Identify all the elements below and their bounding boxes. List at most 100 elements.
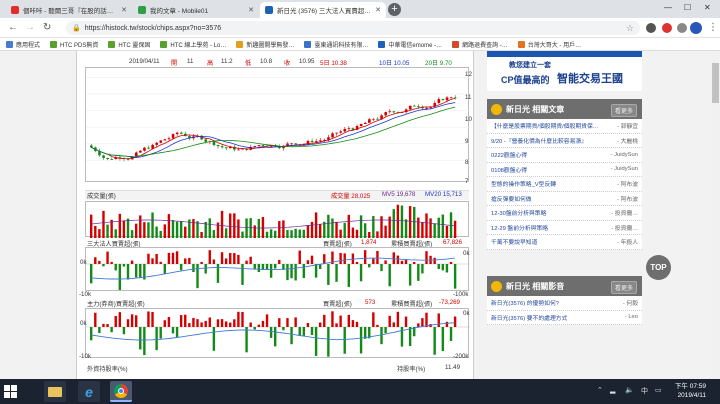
volume-icon[interactable]: 🔈: [625, 386, 634, 394]
net-bar: [437, 264, 440, 269]
bookmark-item[interactable]: 台灣大哥大 - 用戶…: [517, 40, 581, 49]
list-item[interactable]: 型態的操作策略_V型反轉 - 阿布波: [487, 177, 642, 192]
bookmark-star-icon[interactable]: ☆: [626, 23, 634, 34]
net-bar: [298, 327, 301, 336]
list-item[interactable]: 0108觀盤心得 - JuidySun: [487, 163, 642, 177]
item-title[interactable]: 新日光(3576) 的優勢如何?: [491, 298, 559, 307]
minimize-icon[interactable]: —: [664, 3, 672, 12]
banner-line2: CP值最高的: [501, 75, 550, 85]
net-bar: [269, 264, 273, 278]
back-to-top-button[interactable]: TOP: [646, 255, 671, 280]
bookmark-item[interactable]: HTC 靈保固: [108, 40, 150, 49]
item-title[interactable]: 新日光(3576) 要不的處理方式: [491, 313, 567, 322]
back-icon[interactable]: ←: [8, 22, 18, 33]
list-item[interactable]: 12-30盤前分析與策略 - 投資攤…: [487, 206, 642, 221]
list-item[interactable]: 9/20 -『營養化價為什麼比較容易漲』 - 大麗桃: [487, 134, 642, 148]
close-window-icon[interactable]: ✕: [704, 3, 711, 12]
taskbar-clock[interactable]: 下午 07:59 2019/4/11: [675, 382, 706, 400]
volume-bar: [143, 222, 146, 238]
extension-icon[interactable]: [646, 23, 656, 33]
item-title[interactable]: 0108觀盤心得: [491, 165, 527, 174]
maximize-icon[interactable]: ☐: [684, 3, 691, 12]
more-videos-button[interactable]: 看更多: [610, 281, 637, 294]
net-bar: [188, 323, 191, 327]
bookmark-label: HTC 線上學苑 - Lo…: [170, 42, 227, 49]
net-bar: [286, 264, 289, 281]
candle-body: [441, 99, 445, 101]
item-author: - 郭靜宜: [617, 124, 638, 131]
item-title[interactable]: 搶反彈要如何做: [491, 194, 532, 203]
internet-explorer-icon[interactable]: e: [78, 381, 100, 402]
reload-icon[interactable]: ↻: [43, 22, 51, 33]
address-bar[interactable]: 🔒 https://histock.tw/stock/chips.aspx?no…: [66, 21, 640, 35]
input-method-icon[interactable]: 中: [641, 386, 648, 396]
close-icon[interactable]: ✕: [248, 6, 254, 14]
more-articles-button[interactable]: 看更多: [610, 104, 637, 117]
windows-start-icon[interactable]: [4, 385, 17, 398]
extension-icon[interactable]: [662, 23, 672, 33]
candle-body: [363, 122, 367, 125]
tab-mobile01[interactable]: 我的文章 - Mobile01 ✕: [133, 2, 259, 18]
item-title[interactable]: 9/20 -『營養化價為什麼比較容易漲』: [491, 136, 587, 145]
item-title[interactable]: 12-29 盤前分析與策略: [491, 223, 548, 232]
scrollbar-thumb[interactable]: [712, 63, 719, 103]
net-bar: [380, 327, 383, 345]
bookmark-item[interactable]: HTC PDS無資: [50, 40, 98, 49]
volume-bar: [429, 218, 432, 238]
bookmark-item[interactable]: HTC 線上學苑 - Lo…: [160, 40, 226, 49]
net-bar: [388, 315, 391, 327]
ad-banner[interactable]: 教您建立一套 CP值最高的 智能交易王國: [487, 51, 642, 91]
item-title[interactable]: 0222觀盤心得: [491, 150, 527, 159]
net-bar: [257, 264, 261, 273]
item-title[interactable]: 型態的操作策略_V型反轉: [491, 179, 556, 188]
net-bar: [314, 327, 318, 356]
candle-body: [163, 139, 167, 141]
list-item[interactable]: 搶反彈要如何做 - 阿布波: [487, 192, 642, 206]
volume-bar: [261, 217, 265, 238]
volume-bar: [286, 230, 289, 238]
extension-icon[interactable]: [677, 23, 687, 33]
close-icon[interactable]: ✕: [121, 6, 127, 14]
list-item[interactable]: 【什麼是股票期貨/個股期貨/個股期貨保… - 郭靜宜: [487, 119, 642, 134]
volume-bar: [380, 216, 383, 238]
item-title[interactable]: 12-30盤前分析與策略: [491, 208, 546, 217]
new-tab-button[interactable]: +: [388, 3, 401, 16]
bookmark-item[interactable]: 臺東通訊科技有限…: [304, 40, 368, 49]
avatar[interactable]: [690, 22, 702, 34]
net-bar: [233, 319, 236, 327]
net-bar: [290, 327, 293, 345]
net-bar: [102, 323, 105, 327]
item-title[interactable]: 【什麼是股票期貨/個股期貨/個股期貨保…: [491, 121, 599, 130]
close-icon[interactable]: ✕: [375, 6, 381, 14]
list-item[interactable]: 新日光(3576) 的優勢如何? - 何毅: [487, 296, 642, 311]
bookmark-item[interactable]: 網路退費查詢 -…: [452, 40, 508, 49]
volume-bar: [233, 213, 236, 238]
page-scrollbar[interactable]: [711, 51, 720, 379]
menu-icon[interactable]: ⋮: [708, 22, 718, 33]
tray-up-icon[interactable]: ⌃: [597, 386, 603, 394]
list-item[interactable]: 千萬不要說早知道 - 年殺人: [487, 235, 642, 250]
major-axis-right-low: -200k: [453, 353, 469, 360]
list-item[interactable]: 新日光(3576) 要不的處理方式 - Leo: [487, 311, 642, 325]
file-explorer-icon[interactable]: [44, 381, 66, 402]
articles-list: 【什麼是股票期貨/個股期貨/個股期貨保… - 郭靜宜 9/20 -『營養化價為什麼比…: [487, 119, 642, 250]
tab-youtube[interactable]: 個咔咔 - 聽爾三哥『在股的話… ✕: [6, 2, 132, 18]
list-item[interactable]: 12-29 盤前分析與策略 - 投資攤…: [487, 221, 642, 235]
list-item[interactable]: 0222觀盤心得 - JuidySun: [487, 148, 642, 163]
foreign-title: 外資持股率(%): [87, 366, 128, 373]
net-bar: [433, 327, 436, 355]
chrome-icon[interactable]: [110, 381, 132, 402]
candle-body: [417, 106, 420, 107]
bookmark-item[interactable]: 中華電信emome -…: [378, 40, 442, 49]
forward-icon[interactable]: →: [25, 22, 35, 33]
bookmark-item[interactable]: 應用程式: [6, 40, 40, 49]
net-bar: [184, 314, 187, 327]
item-title[interactable]: 千萬不要說早知道: [491, 237, 537, 246]
network-icon[interactable]: ▂: [610, 386, 615, 394]
notification-icon[interactable]: ▭: [655, 386, 662, 394]
volume-bar: [130, 230, 134, 238]
tab-histock[interactable]: 新日光 (3576) 三大法人買賣超… ✕: [260, 2, 386, 18]
bookmark-item[interactable]: 新趣圖開學無發…: [236, 40, 294, 49]
net-bar: [224, 321, 228, 327]
candle-body: [139, 150, 142, 153]
